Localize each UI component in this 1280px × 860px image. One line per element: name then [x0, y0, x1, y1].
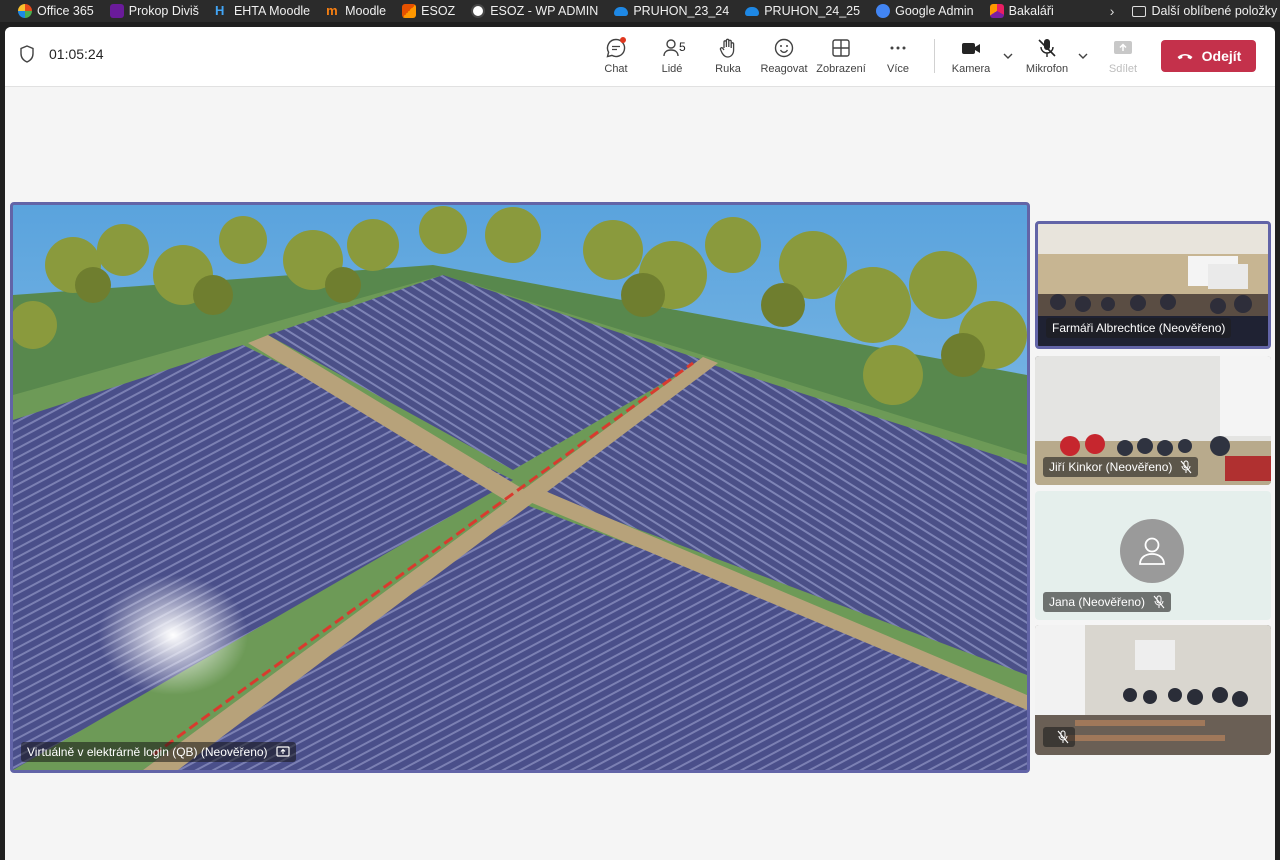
- folder-icon: [1132, 5, 1147, 17]
- view-button[interactable]: Zobrazení: [810, 37, 872, 81]
- bookmark-moodle[interactable]: m Moodle: [318, 0, 394, 22]
- meeting-toolbar: 01:05:24 Chat 5 Lidé Ruka Reagovat Zobra…: [5, 27, 1275, 87]
- microphone-label: Mikrofon: [1025, 63, 1069, 75]
- participant-tile-jiri-kinkor[interactable]: Jiří Kinkor (Neověřeno): [1035, 356, 1271, 485]
- bakalari-icon: [989, 4, 1004, 18]
- people-label: Lidé: [661, 63, 683, 75]
- timer-text: 01:05:24: [49, 46, 104, 62]
- main-participant-name: Virtuálně v elektrárně login (QB) (Neově…: [27, 745, 268, 759]
- bookmark-prokop-divis[interactable]: Prokop Diviš: [102, 0, 207, 22]
- participant-label: Jana (Neověřeno): [1043, 592, 1172, 612]
- bookmark-label: Moodle: [345, 4, 387, 18]
- bookmark-office-365[interactable]: Office 365: [10, 0, 102, 22]
- react-button[interactable]: Reagovat: [753, 37, 815, 81]
- chevron-right-icon[interactable]: ›: [1110, 3, 1115, 19]
- share-icon: [1114, 41, 1132, 54]
- leave-label: Odejít: [1201, 48, 1242, 64]
- participant-name: Jiří Kinkor (Neověřeno): [1049, 460, 1173, 474]
- raise-hand-button[interactable]: Ruka: [697, 37, 759, 81]
- bookmark-pruhon-24-25[interactable]: PRUHON_24_25: [737, 0, 868, 22]
- solar-farm-video-frame: [13, 205, 1027, 770]
- leave-button[interactable]: Odejít: [1161, 40, 1256, 72]
- camera-options-chevron-icon[interactable]: [1001, 49, 1015, 63]
- main-participant-label: Virtuálně v elektrárně login (QB) (Neově…: [21, 742, 296, 762]
- office-icon: [18, 4, 32, 18]
- share-button[interactable]: Sdílet: [1092, 37, 1154, 81]
- prokop-icon: [109, 4, 124, 18]
- bookmark-label: EHTA Moodle: [233, 4, 311, 18]
- bookmark-esoz[interactable]: ESOZ: [394, 0, 463, 22]
- meeting-timer: 01:05:24: [19, 45, 104, 63]
- esoz-icon: [402, 4, 417, 18]
- bookmark-ehta-moodle[interactable]: H EHTA Moodle: [207, 0, 318, 22]
- meeting-window: 01:05:24 Chat 5 Lidé Ruka Reagovat Zobra…: [5, 27, 1275, 860]
- microphone-options-chevron-icon[interactable]: [1076, 49, 1090, 63]
- bookmark-label: Prokop Diviš: [128, 4, 199, 18]
- phone-hangup-icon: [1177, 54, 1193, 60]
- more-icon: [890, 46, 906, 50]
- microphone-off-icon: [1038, 39, 1056, 57]
- bookmark-label: PRUHON_23_24: [633, 4, 730, 18]
- bookmark-esoz-wp-admin[interactable]: ESOZ - WP ADMIN: [463, 0, 606, 22]
- hand-icon: [719, 38, 735, 58]
- toolbar-separator: [934, 39, 935, 73]
- bookmark-label: Office 365: [37, 4, 94, 18]
- bookmarks-bar: Office 365 Prokop Diviš H EHTA Moodle m …: [0, 0, 1280, 22]
- participant-name: Farmáři Albrechtice (Neověřeno): [1052, 321, 1226, 335]
- google-admin-icon: [876, 4, 891, 18]
- bookmark-bakalari[interactable]: Bakaláři: [982, 0, 1062, 22]
- bookmark-google-admin[interactable]: Google Admin: [868, 0, 982, 22]
- bookmark-label: Bakaláři: [1008, 4, 1054, 18]
- participant-tile-jana[interactable]: Jana (Neověřeno): [1035, 491, 1271, 620]
- moodle-icon: m: [326, 3, 338, 18]
- participant-tile-farmari-albrechtice[interactable]: Farmáři Albrechtice (Neověřeno): [1035, 221, 1271, 349]
- main-video-stage[interactable]: Virtuálně v elektrárně login (QB) (Neově…: [10, 202, 1030, 773]
- people-button[interactable]: 5 Lidé: [641, 37, 703, 81]
- people-count: 5: [679, 40, 686, 54]
- bookmark-label: PRUHON_24_25: [764, 4, 861, 18]
- participant-label: Jiří Kinkor (Neověřeno): [1043, 457, 1199, 477]
- bookmark-label: Google Admin: [895, 4, 974, 18]
- hand-label: Ruka: [715, 63, 741, 75]
- bookmark-pruhon-23-24[interactable]: PRUHON_23_24: [606, 0, 737, 22]
- screen-share-icon: [275, 746, 290, 757]
- microphone-off-icon: [1057, 730, 1069, 744]
- camera-button[interactable]: Kamera: [940, 37, 1002, 81]
- more-button[interactable]: Více: [867, 37, 929, 81]
- avatar: [1120, 519, 1184, 583]
- bookmark-label: ESOZ: [421, 4, 456, 18]
- participant-name: Jana (Neověřeno): [1049, 595, 1146, 609]
- cloud-icon: [745, 6, 760, 16]
- microphone-button[interactable]: Mikrofon: [1016, 37, 1078, 81]
- bookmark-other-favorites[interactable]: Další oblíbené položky: [1124, 0, 1280, 22]
- share-label: Sdílet: [1108, 63, 1138, 75]
- participant-label: Farmáři Albrechtice (Neověřeno): [1046, 318, 1232, 338]
- chat-button[interactable]: Chat: [585, 37, 647, 81]
- react-label: Reagovat: [760, 63, 808, 75]
- h2-icon: H: [214, 3, 225, 18]
- chat-label: Chat: [604, 63, 628, 75]
- grid-view-icon: [832, 39, 850, 57]
- smiley-icon: [774, 38, 794, 58]
- chat-unread-dot: [620, 37, 626, 43]
- camera-icon: [962, 43, 980, 54]
- shield-icon: [20, 45, 34, 63]
- microphone-off-icon: [1180, 460, 1192, 474]
- participant-label: [1043, 727, 1075, 747]
- bookmark-label: ESOZ - WP ADMIN: [490, 4, 599, 18]
- view-label: Zobrazení: [816, 63, 866, 75]
- cloud-icon: [614, 6, 629, 16]
- participant-tile-classroom[interactable]: [1035, 625, 1271, 755]
- person-icon: [1139, 537, 1165, 565]
- bookmark-label: Další oblíbené položky: [1151, 4, 1278, 18]
- more-label: Více: [886, 63, 909, 75]
- microphone-off-icon: [1153, 595, 1165, 609]
- camera-label: Kamera: [951, 63, 991, 75]
- wordpress-icon: [471, 4, 486, 18]
